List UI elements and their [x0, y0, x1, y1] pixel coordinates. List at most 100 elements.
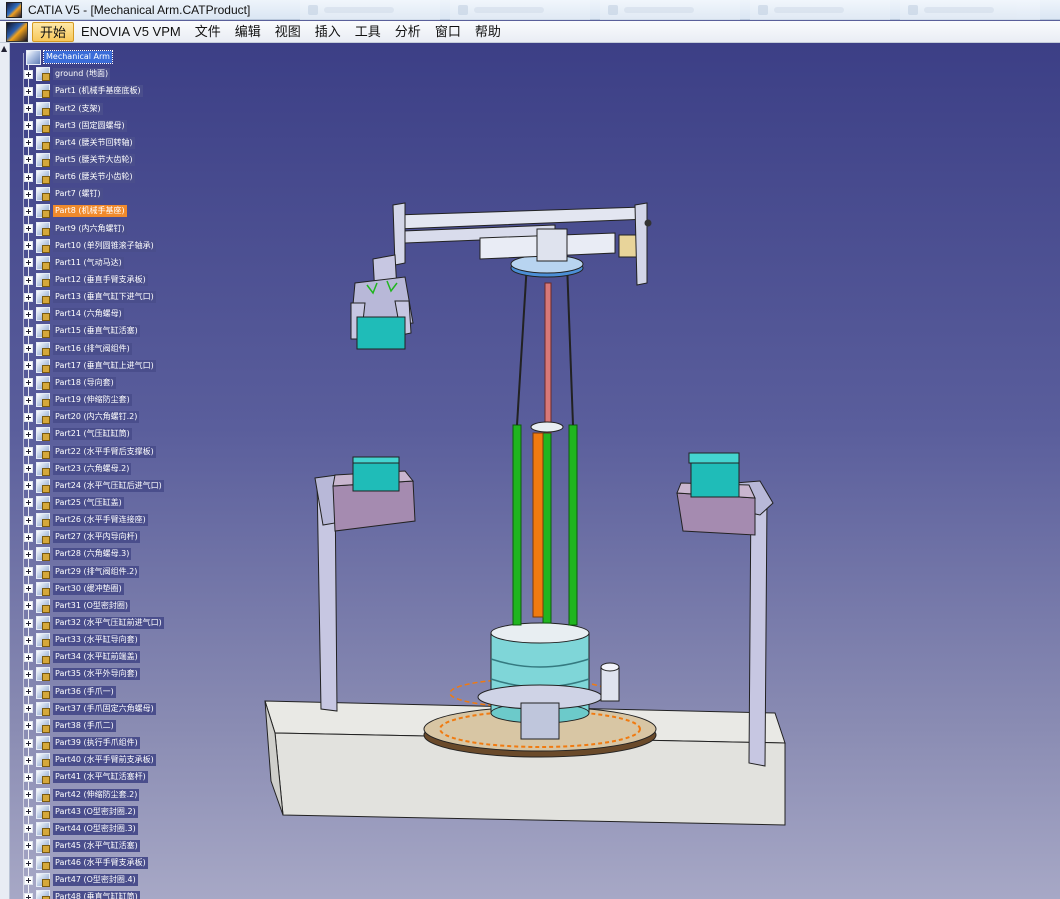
expand-plus-icon[interactable] [24, 704, 33, 714]
expand-plus-icon[interactable] [24, 86, 33, 96]
expand-plus-icon[interactable] [24, 309, 33, 319]
tree-item-label[interactable]: Part24 (水平气压缸后进气口) [53, 479, 164, 492]
tree-item[interactable]: Part9 (内六角螺钉) [24, 221, 127, 237]
expand-plus-icon[interactable] [24, 138, 33, 148]
menu-item-1[interactable]: ENOVIA V5 VPM [74, 22, 188, 42]
catia-logo-icon[interactable] [6, 21, 28, 42]
tree-item-label[interactable]: Part32 (水平气压缸前进气口) [53, 617, 164, 629]
expand-plus-icon[interactable] [24, 515, 33, 525]
expand-plus-icon[interactable] [24, 532, 33, 542]
expand-plus-icon[interactable] [24, 755, 33, 765]
expand-plus-icon[interactable] [24, 669, 33, 679]
expand-plus-icon[interactable] [24, 807, 33, 817]
expand-plus-icon[interactable] [24, 772, 33, 782]
tree-item[interactable]: Part46 (水平手臂支承板) [24, 855, 148, 871]
expand-plus-icon[interactable] [24, 104, 33, 113]
mechanical-arm-model[interactable] [255, 163, 815, 843]
tree-item[interactable]: Part24 (水平气压缸后进气口) [24, 478, 164, 494]
tree-item-label[interactable]: Part37 (手爪固定六角螺母) [53, 702, 156, 715]
tree-item-label[interactable]: Part14 (六角螺母) [53, 308, 124, 321]
tree-item[interactable]: Part12 (垂直手臂支承板) [24, 272, 148, 288]
tree-item[interactable]: Part13 (垂直气缸下进气口) [24, 289, 156, 305]
workspace[interactable]: ▲ Mechanical Arm ground (地面) Part1 (机械手基座… [0, 43, 1060, 899]
expand-plus-icon[interactable] [24, 841, 33, 851]
tree-item-label[interactable]: Part5 (腰关节大齿轮) [53, 153, 135, 166]
tree-item[interactable]: Part25 (气压缸盖) [24, 495, 124, 511]
tree-item-label[interactable]: Part22 (水平手臂后支撑板) [53, 445, 156, 458]
tree-item[interactable]: Part40 (水平手臂前支承板) [24, 752, 156, 768]
tree-item-label[interactable]: Part26 (水平手臂连接座) [53, 514, 148, 527]
tree-item-label[interactable]: Part28 (六角螺母.3) [53, 548, 132, 561]
expand-plus-icon[interactable] [24, 464, 33, 474]
expand-plus-icon[interactable] [24, 69, 33, 79]
tree-scroll-gutter[interactable]: ▲ [0, 43, 10, 899]
tree-item-label[interactable]: Part9 (内六角螺钉) [53, 222, 127, 235]
expand-plus-icon[interactable] [24, 206, 33, 216]
tree-item-label[interactable]: Part4 (腰关节回转轴) [53, 136, 135, 149]
tree-item-label[interactable]: Part27 (水平内导向杆) [53, 531, 140, 544]
expand-plus-icon[interactable] [24, 395, 33, 405]
tree-item-label[interactable]: Part11 (气动马达) [53, 256, 124, 269]
expand-plus-icon[interactable] [24, 875, 33, 885]
tree-item-label[interactable]: Part31 (O型密封圈) [53, 599, 131, 612]
tree-item[interactable]: Part3 (固定圆螺母) [24, 118, 127, 134]
expand-plus-icon[interactable] [24, 275, 33, 285]
tree-item[interactable]: Part41 (水平气缸活塞杆) [24, 769, 148, 785]
expand-plus-icon[interactable] [24, 721, 33, 731]
tree-item[interactable]: Part20 (内六角螺钉.2) [24, 409, 140, 425]
menu-item-7[interactable]: 分析 [388, 22, 428, 42]
tree-item-label[interactable]: Part33 (水平缸导向套) [53, 634, 140, 647]
tree-item-label[interactable]: Part25 (气压缸盖) [53, 496, 124, 509]
tree-item-label[interactable]: Part44 (O型密封圈.3) [53, 822, 138, 835]
tree-item-label[interactable]: Part40 (水平手臂前支承板) [53, 754, 156, 767]
tree-item[interactable]: Part33 (水平缸导向套) [24, 632, 140, 648]
3d-model-view[interactable] [255, 163, 815, 843]
menu-item-4[interactable]: 视图 [268, 22, 308, 42]
expand-plus-icon[interactable] [24, 635, 33, 645]
tree-item[interactable]: Part27 (水平内导向杆) [24, 529, 140, 545]
menu-item-8[interactable]: 窗口 [428, 22, 468, 42]
tree-item[interactable]: Part32 (水平气压缸前进气口) [24, 615, 164, 631]
tree-item[interactable]: Part7 (螺钉) [24, 186, 103, 202]
expand-plus-icon[interactable] [24, 172, 33, 182]
tree-item[interactable]: Part42 (伸缩防尘套.2) [24, 787, 140, 803]
tree-item[interactable]: Part45 (水平气缸活塞) [24, 838, 140, 854]
expand-plus-icon[interactable] [24, 584, 33, 594]
tree-item[interactable]: Part47 (O型密封圈.4) [24, 872, 138, 888]
tree-item-label[interactable]: Part7 (螺钉) [53, 188, 103, 201]
tree-item-label[interactable]: Part35 (水平外导向套) [53, 668, 140, 681]
expand-plus-icon[interactable] [24, 344, 33, 354]
expand-plus-icon[interactable] [24, 687, 33, 697]
expand-plus-icon[interactable] [24, 601, 33, 611]
tree-item-label[interactable]: Part38 (手爪二) [53, 719, 116, 732]
tree-item[interactable]: Part4 (腰关节回转轴) [24, 135, 135, 151]
tree-item-label[interactable]: Part47 (O型密封圈.4) [53, 874, 138, 887]
tree-item[interactable]: Part35 (水平外导向套) [24, 666, 140, 682]
tree-item[interactable]: Part31 (O型密封圈) [24, 598, 131, 614]
tree-item-label[interactable]: Part17 (垂直气缸上进气口) [53, 359, 156, 372]
tree-item[interactable]: Part1 (机械手基座底板) [24, 83, 143, 99]
expand-plus-icon[interactable] [24, 652, 33, 662]
tree-item[interactable]: Part34 (水平缸前端盖) [24, 649, 140, 665]
expand-plus-icon[interactable] [24, 429, 33, 439]
menu-item-5[interactable]: 插入 [308, 22, 348, 42]
expand-plus-icon[interactable] [24, 790, 33, 799]
expand-plus-icon[interactable] [24, 498, 33, 508]
tree-item-label[interactable]: Part12 (垂直手臂支承板) [53, 274, 148, 286]
tree-item-label[interactable]: Part15 (垂直气缸活塞) [53, 325, 140, 338]
tree-item[interactable]: Part10 (单列圆锥滚子轴承) [24, 238, 156, 254]
tree-item[interactable]: Part6 (腰关节小齿轮) [24, 169, 135, 185]
tree-item-label[interactable]: Part16 (排气阀组件) [53, 342, 132, 355]
tree-item-label[interactable]: Part34 (水平缸前端盖) [53, 651, 140, 664]
tree-item-label[interactable]: Part2 (支架) [53, 102, 103, 115]
tree-item[interactable]: Part36 (手爪一) [24, 684, 116, 700]
expand-plus-icon[interactable] [24, 361, 33, 371]
expand-plus-icon[interactable] [24, 326, 33, 336]
tree-item-label[interactable]: Part3 (固定圆螺母) [53, 119, 127, 132]
tree-item-label[interactable]: Part1 (机械手基座底板) [53, 85, 143, 98]
tree-item-label[interactable]: ground (地面) [53, 68, 111, 81]
tree-item[interactable]: Part8 (机械手基座) [24, 203, 127, 219]
expand-plus-icon[interactable] [24, 447, 33, 456]
tree-item[interactable]: Part44 (O型密封圈.3) [24, 821, 138, 837]
tree-item[interactable]: Part38 (手爪二) [24, 718, 116, 734]
